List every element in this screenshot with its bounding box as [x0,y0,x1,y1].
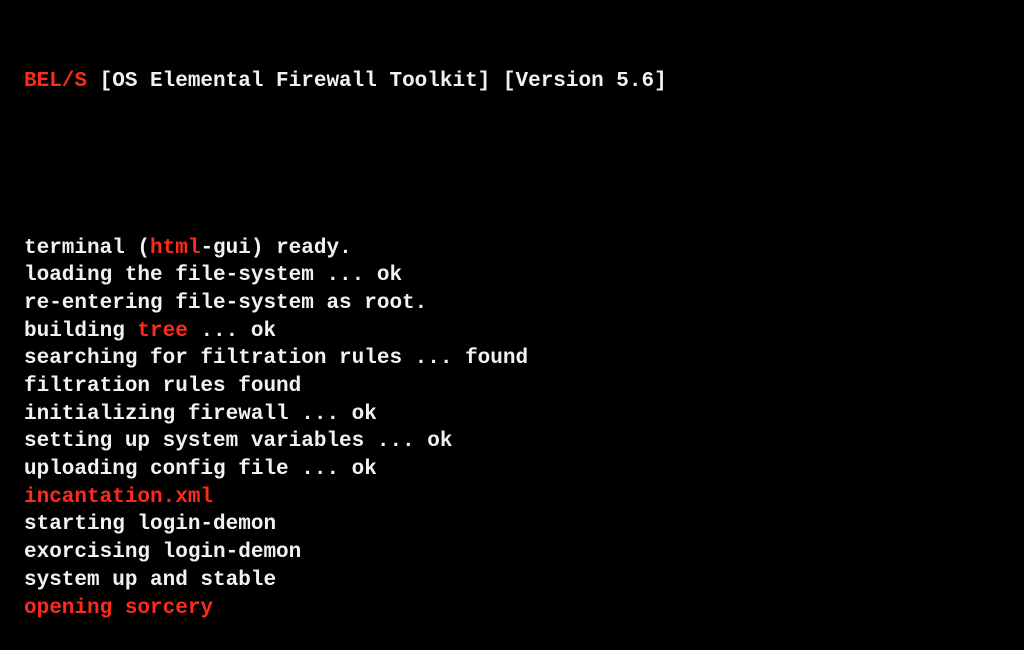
log-text: loading the file-system ... ok [24,264,403,288]
log-line: building tree ... ok [24,318,667,346]
log-text: exorcising login-demon [24,541,302,565]
log-text: ... ok [187,319,277,343]
log-text: terminal ( [24,236,151,260]
log-text: -gui) ready. [200,236,352,260]
log-text: starting login-demon [24,513,277,537]
log-line: searching for filtration rules ... found [24,345,667,373]
log-text: initializing firewall ... ok [24,402,377,426]
log-line: system up and stable [24,567,667,595]
log-line: opening sorcery [24,595,667,623]
log-text: system up and stable [24,568,277,592]
log-text: building [24,319,138,343]
highlighted-text: opening sorcery [24,596,214,620]
log-text: re-entering file-system as root. [24,291,428,315]
log-lines: terminal (html-gui) ready. loading the fi… [24,235,667,623]
log-text: uploading config file ... ok [24,458,377,482]
terminal-header: BEL/S [OS Elemental Firewall Toolkit] [V… [24,68,667,96]
log-line: incantation.xml [24,484,667,512]
brand-name: BEL/S [24,70,88,94]
log-text: filtration rules found [24,375,302,399]
log-line: setting up system variables ... ok [24,428,667,456]
log-line: re-entering file-system as root. [24,290,667,318]
log-line: starting login-demon [24,511,667,539]
log-text: setting up system variables ... ok [24,430,453,454]
log-line: initializing firewall ... ok [24,401,667,429]
log-line: exorcising login-demon [24,539,667,567]
log-line: terminal (html-gui) ready. [24,235,667,263]
terminal-output: BEL/S [OS Elemental Firewall Toolkit] [V… [24,13,667,650]
log-line: filtration rules found [24,373,667,401]
highlighted-text: tree [137,319,188,343]
highlighted-text: html [150,236,201,260]
highlighted-text: incantation.xml [24,485,214,509]
log-line: uploading config file ... ok [24,456,667,484]
log-line: loading the file-system ... ok [24,262,667,290]
log-text: searching for filtration rules ... found [24,347,529,371]
header-title: [OS Elemental Firewall Toolkit] [Version… [87,70,667,94]
